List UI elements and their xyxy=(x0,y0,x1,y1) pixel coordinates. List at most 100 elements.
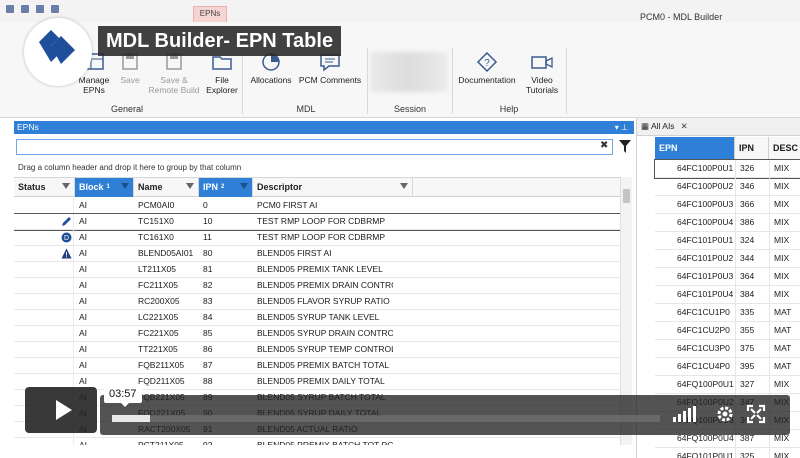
panel-pin-icon[interactable]: ▾ ⊥ xyxy=(615,121,628,134)
ipn-cell: 83 xyxy=(203,296,213,306)
table-row[interactable]: AI TT221X05 86 BLEND05 SYRUP TEMP CONTROL xyxy=(14,342,620,358)
table-row[interactable]: 64FC101P0U2 344 MIX xyxy=(655,250,800,268)
column-filter-icon[interactable] xyxy=(62,183,70,189)
descriptor-cell: BLEND05 FIRST AI xyxy=(257,248,332,258)
group-by-hint: Drag a column header and drop it here to… xyxy=(18,163,242,172)
block-cell: AI xyxy=(79,328,88,338)
close-tab-icon[interactable]: ✕ xyxy=(681,121,688,131)
allocations-button[interactable]: Allocations xyxy=(246,52,296,85)
column-header-desc[interactable]: DESC xyxy=(769,137,800,159)
fullscreen-icon[interactable] xyxy=(746,404,766,426)
desc-cell: MIX xyxy=(769,214,800,232)
ipn-cell: 84 xyxy=(203,312,213,322)
save-remote-build-button[interactable]: Save & Remote Build xyxy=(144,52,204,95)
table-row[interactable]: AI RC200X05 83 BLEND05 FLAVOR SYRUP RATIO xyxy=(14,294,620,310)
epn-cell: 64FC100P0U4 xyxy=(677,217,734,227)
tab-all-ais[interactable]: ▦ All AIs ✕ xyxy=(641,121,688,132)
column-header-epn[interactable]: EPN xyxy=(655,137,735,159)
column-header-ipn-right[interactable]: IPN xyxy=(735,137,769,159)
epn-panel-title: EPNs xyxy=(17,122,39,132)
table-row[interactable]: AI BLEND05AI01 80 BLEND05 FIRST AI xyxy=(14,246,620,262)
column-header-name[interactable]: Name xyxy=(134,178,199,197)
documentation-button[interactable]: ? Documentation xyxy=(454,51,520,85)
column-header-block[interactable]: Block 1 xyxy=(75,178,134,197)
undo-icon[interactable] xyxy=(36,5,44,13)
name-cell: PCT211X05 xyxy=(138,440,184,445)
settings-gear-icon[interactable] xyxy=(715,404,735,426)
save-icon[interactable] xyxy=(21,5,29,13)
pcm-comments-button[interactable]: PCM Comments xyxy=(296,52,364,85)
table-row[interactable]: 64FC1CU2P0 355 MAT xyxy=(655,322,800,340)
table-row[interactable]: 64FC100P0U2 346 MIX xyxy=(655,178,800,196)
table-row[interactable]: 64FC100P0U4 386 MIX xyxy=(655,214,800,232)
block-cell: AI xyxy=(79,296,88,306)
column-header-status[interactable]: Status xyxy=(14,178,75,197)
table-row[interactable]: 64FC101P0U3 364 MIX xyxy=(655,268,800,286)
ipn-cell: 92 xyxy=(203,440,213,445)
scrollbar-thumb[interactable] xyxy=(623,189,630,203)
table-row[interactable]: 64FC101P0U1 324 MIX xyxy=(655,232,800,250)
ipn-cell: 325 xyxy=(735,448,769,458)
table-row[interactable]: AI FC221X05 85 BLEND05 SYRUP DRAIN CONTROL xyxy=(14,326,620,342)
file-explorer-label: File Explorer xyxy=(206,75,238,95)
table-row[interactable]: AI LT211X05 81 BLEND05 PREMIX TANK LEVEL xyxy=(14,262,620,278)
table-row[interactable]: 64FQ100P0U1 327 MIX xyxy=(655,376,800,394)
ipn-cell: 86 xyxy=(203,344,213,354)
sort-order-badge: 1 xyxy=(106,184,110,190)
desc-cell: MIX xyxy=(769,268,800,286)
epn-cell: 64FC1CU4P0 xyxy=(677,361,730,371)
epn-search-input[interactable] xyxy=(16,139,613,155)
context-tab-epns[interactable]: EPNs xyxy=(193,6,227,22)
ipn-cell: 384 xyxy=(735,286,769,304)
ipn-cell: 346 xyxy=(735,178,769,196)
documentation-label: Documentation xyxy=(458,75,516,85)
ipn-cell: 386 xyxy=(735,214,769,232)
clear-search-icon[interactable]: ✖ xyxy=(600,140,608,151)
desc-cell: MIX xyxy=(769,160,800,178)
table-row[interactable]: 64FQ101P0U1 325 MIX xyxy=(655,448,800,458)
file-explorer-button[interactable]: File Explorer xyxy=(204,52,240,95)
group-separator xyxy=(452,48,453,114)
table-row[interactable]: 64FC1CU1P0 335 MAT xyxy=(655,304,800,322)
descriptor-cell: BLEND05 SYRUP TEMP CONTROL xyxy=(257,344,393,354)
name-cell: FC211X05 xyxy=(138,280,179,290)
filter-funnel-icon[interactable] xyxy=(618,139,632,154)
ipn-cell: 335 xyxy=(735,304,769,322)
table-row[interactable]: AI PCT211X05 92 BLEND05 PREMIX BATCH TOT PC… xyxy=(14,438,620,445)
column-filter-icon[interactable] xyxy=(400,183,408,189)
save-button[interactable]: Save xyxy=(116,52,144,85)
group-separator xyxy=(566,48,567,114)
table-row[interactable]: 64FC1CU3P0 375 MAT xyxy=(655,340,800,358)
column-header-ipn[interactable]: IPN 2 xyxy=(199,178,253,197)
table-row[interactable]: 64FC1CU4P0 395 MAT xyxy=(655,358,800,376)
desc-cell: MIX xyxy=(769,376,800,394)
name-cell: LC221X05 xyxy=(138,312,179,322)
table-row[interactable]: AI PCM0AI0 0 PCM0 FIRST AI xyxy=(14,198,620,214)
table-row[interactable]: AI TC151X0 10 TEST RMP LOOP FOR CDBRMP xyxy=(14,213,620,231)
table-row[interactable]: 64FC100P0U1 326 MIX xyxy=(654,159,800,179)
redo-icon[interactable] xyxy=(51,5,59,13)
desc-cell: MIX xyxy=(769,250,800,268)
status-cell xyxy=(14,326,74,342)
table-row[interactable]: 64FC100P0U3 366 MIX xyxy=(655,196,800,214)
vimeo-logo xyxy=(24,18,92,86)
table-row[interactable]: AI FC211X05 82 BLEND05 PREMIX DRAIN CONTROL xyxy=(14,278,620,294)
group-label-mdl: MDL xyxy=(296,104,316,114)
name-cell: BLEND05AI01 xyxy=(138,248,194,258)
descriptor-cell: BLEND05 PREMIX BATCH TOT PCT xyxy=(257,440,393,445)
epn-cell: 64FC101P0U3 xyxy=(677,271,734,281)
video-progress-bar[interactable] xyxy=(112,415,660,422)
table-row[interactable]: AI FQB211X05 87 BLEND05 PREMIX BATCH TOTAL xyxy=(14,358,620,374)
column-filter-icon[interactable] xyxy=(186,183,194,189)
volume-icon[interactable] xyxy=(673,406,699,424)
column-header-descriptor[interactable]: Descriptor xyxy=(253,178,413,197)
column-filter-icon[interactable] xyxy=(121,183,129,189)
column-filter-icon[interactable] xyxy=(240,183,248,189)
ipn-cell: 11 xyxy=(203,232,212,242)
play-button[interactable] xyxy=(25,387,97,433)
table-row[interactable]: D AI TC161X0 11 TEST RMP LOOP FOR CDBRMP xyxy=(14,230,620,246)
table-row[interactable]: 64FC101P0U4 384 MIX xyxy=(655,286,800,304)
table-row[interactable]: AI LC221X05 84 BLEND05 SYRUP TANK LEVEL xyxy=(14,310,620,326)
home-icon[interactable] xyxy=(6,5,14,13)
video-tutorials-button[interactable]: Video Tutorials xyxy=(520,52,564,95)
